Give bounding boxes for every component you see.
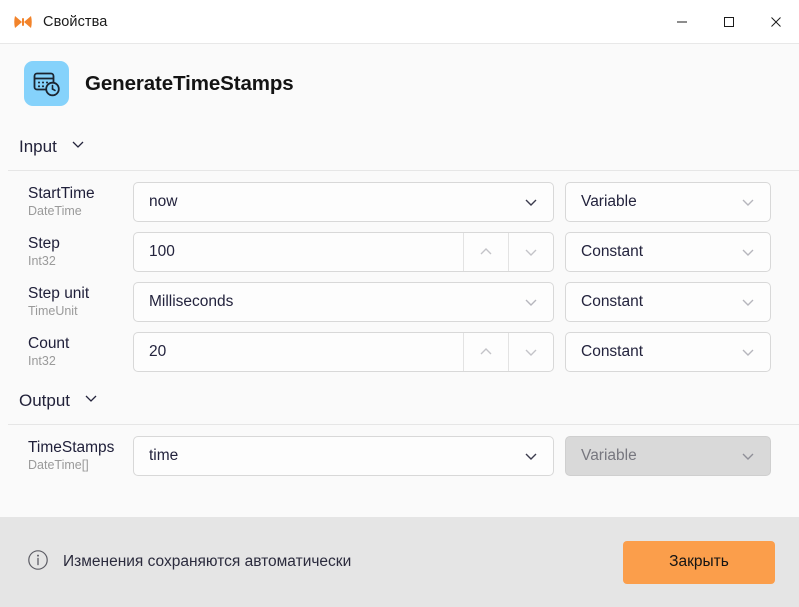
- chevron-down-icon[interactable]: [509, 193, 553, 211]
- chevron-down-icon[interactable]: [69, 135, 87, 158]
- info-circle-icon: [27, 549, 49, 576]
- param-name: StartTime: [28, 184, 95, 202]
- param-label-step: Step Int32: [28, 234, 133, 268]
- titlebar-left: Свойства: [0, 12, 107, 32]
- step-value[interactable]: 100: [134, 243, 463, 261]
- param-type: Int32: [28, 253, 56, 268]
- properties-window: Свойства GenerateTimeStamps Input StartT…: [0, 0, 799, 607]
- param-row-count: Count Int32 20 Constant: [0, 327, 799, 377]
- param-type: Int32: [28, 353, 56, 368]
- param-label-timestamps: TimeStamps DateTime[]: [28, 438, 133, 472]
- properties-content: Input StartTime DateTime now Variable St…: [0, 123, 799, 517]
- section-output: Output TimeStamps DateTime[] time Variab…: [0, 377, 799, 481]
- section-title-output: Output: [19, 390, 71, 410]
- timestamps-mode: Variable: [581, 447, 637, 464]
- param-name: Step: [28, 234, 60, 252]
- count-stepper: [463, 333, 553, 371]
- page-title: GenerateTimeStamps: [85, 71, 294, 95]
- chevron-down-icon[interactable]: [726, 243, 770, 261]
- timestamps-value-dropdown[interactable]: time: [133, 436, 554, 476]
- param-type: TimeUnit: [28, 303, 78, 318]
- step-unit-mode-dropdown[interactable]: Constant: [565, 282, 771, 322]
- param-row-starttime: StartTime DateTime now Variable: [0, 177, 799, 227]
- param-type: DateTime[]: [28, 457, 89, 472]
- step-stepper: [463, 233, 553, 271]
- maximize-button[interactable]: [705, 0, 752, 43]
- chevron-down-icon[interactable]: [509, 447, 553, 465]
- step-mode-dropdown[interactable]: Constant: [565, 232, 771, 272]
- param-label-step-unit: Step unit TimeUnit: [28, 284, 133, 318]
- starttime-mode-dropdown[interactable]: Variable: [565, 182, 771, 222]
- starttime-value-dropdown[interactable]: now: [133, 182, 554, 222]
- window-title: Свойства: [43, 13, 108, 30]
- step-value-spinner[interactable]: 100: [133, 232, 554, 272]
- node-header: GenerateTimeStamps: [0, 44, 799, 123]
- count-value[interactable]: 20: [134, 343, 463, 361]
- chevron-down-icon[interactable]: [508, 333, 553, 371]
- param-label-starttime: StartTime DateTime: [28, 184, 133, 218]
- close-dialog-button[interactable]: Закрыть: [623, 540, 775, 584]
- step-unit-value-dropdown[interactable]: Milliseconds: [133, 282, 554, 322]
- count-value-spinner[interactable]: 20: [133, 332, 554, 372]
- param-name: TimeStamps: [28, 438, 115, 456]
- param-row-step-unit: Step unit TimeUnit Milliseconds Constant: [0, 277, 799, 327]
- section-header-output[interactable]: Output: [0, 377, 799, 424]
- footer: Изменения сохраняются автоматически Закр…: [0, 517, 799, 607]
- step-mode: Constant: [581, 243, 644, 260]
- window-controls: [658, 0, 799, 43]
- count-mode-dropdown[interactable]: Constant: [565, 332, 771, 372]
- titlebar: Свойства: [0, 0, 799, 44]
- chevron-down-icon: [726, 447, 770, 465]
- starttime-mode: Variable: [581, 193, 637, 210]
- section-header-input[interactable]: Input: [0, 123, 799, 170]
- close-icon[interactable]: [752, 0, 799, 43]
- param-label-count: Count Int32: [28, 334, 133, 368]
- param-name: Step unit: [28, 284, 90, 302]
- param-row-step: Step Int32 100 Constant: [0, 227, 799, 277]
- timestamps-value: time: [149, 447, 179, 464]
- chevron-down-icon[interactable]: [82, 389, 100, 412]
- starttime-value: now: [149, 193, 178, 210]
- chevron-up-icon[interactable]: [463, 233, 508, 271]
- chevron-down-icon[interactable]: [508, 233, 553, 271]
- chevron-down-icon[interactable]: [726, 343, 770, 361]
- param-type: DateTime: [28, 203, 82, 218]
- autosave-note: Изменения сохраняются автоматически: [27, 549, 351, 576]
- output-rows: TimeStamps DateTime[] time Variable: [0, 425, 799, 481]
- chevron-down-icon[interactable]: [509, 293, 553, 311]
- section-input: Input StartTime DateTime now Variable St…: [0, 123, 799, 377]
- minimize-button[interactable]: [658, 0, 705, 43]
- timestamps-mode-dropdown: Variable: [565, 436, 771, 476]
- param-row-timestamps: TimeStamps DateTime[] time Variable: [0, 431, 799, 481]
- butterfly-icon: [13, 12, 33, 32]
- autosave-text: Изменения сохраняются автоматически: [63, 553, 352, 570]
- param-name: Count: [28, 334, 70, 352]
- step-unit-mode: Constant: [581, 293, 644, 310]
- chevron-up-icon[interactable]: [463, 333, 508, 371]
- input-rows: StartTime DateTime now Variable Step Int…: [0, 171, 799, 377]
- chevron-down-icon[interactable]: [726, 293, 770, 311]
- count-mode: Constant: [581, 343, 644, 360]
- chevron-down-icon[interactable]: [726, 193, 770, 211]
- section-title-input: Input: [19, 136, 57, 156]
- step-unit-value: Milliseconds: [149, 293, 234, 310]
- calendar-clock-icon: [24, 61, 69, 106]
